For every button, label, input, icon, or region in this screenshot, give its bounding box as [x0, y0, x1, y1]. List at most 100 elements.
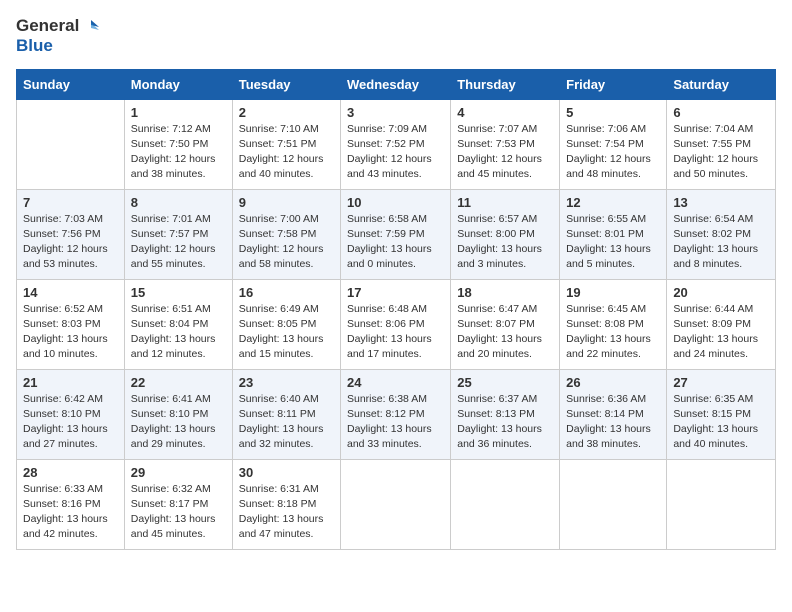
day-cell: 30Sunrise: 6:31 AMSunset: 8:18 PMDayligh… — [232, 459, 340, 549]
day-cell — [560, 459, 667, 549]
day-number: 1 — [131, 105, 226, 120]
day-number: 18 — [457, 285, 553, 300]
day-cell: 20 Sunrise: 6:44 AMSunset: 8:09 PMDayligh… — [667, 279, 776, 369]
day-cell: 26 Sunrise: 6:36 AMSunset: 8:14 PMDayligh… — [560, 369, 667, 459]
day-cell: 7 Sunrise: 7:03 AMSunset: 7:56 PMDaylight… — [17, 189, 125, 279]
day-cell: 4 Sunrise: 7:07 AMSunset: 7:53 PMDaylight… — [451, 99, 560, 189]
day-info: Sunrise: 6:44 AMSunset: 8:09 PMDaylight:… — [673, 302, 769, 363]
day-cell: 13 Sunrise: 6:54 AMSunset: 8:02 PMDayligh… — [667, 189, 776, 279]
day-cell: 27 Sunrise: 6:35 AMSunset: 8:15 PMDayligh… — [667, 369, 776, 459]
day-info: Sunrise: 6:49 AMSunset: 8:05 PMDaylight:… — [239, 302, 334, 363]
day-info: Sunrise: 6:52 AMSunset: 8:03 PMDaylight:… — [23, 302, 118, 363]
logo-wordmark: General Blue — [16, 16, 99, 57]
day-number: 23 — [239, 375, 334, 390]
day-cell — [451, 459, 560, 549]
calendar-table: SundayMondayTuesdayWednesdayThursdayFrid… — [16, 69, 776, 550]
day-info: Sunrise: 6:55 AMSunset: 8:01 PMDaylight:… — [566, 212, 660, 273]
day-cell: 2 Sunrise: 7:10 AMSunset: 7:51 PMDaylight… — [232, 99, 340, 189]
day-info: Sunrise: 6:40 AMSunset: 8:11 PMDaylight:… — [239, 392, 334, 453]
day-info: Sunrise: 6:31 AMSunset: 8:18 PMDaylight:… — [239, 482, 334, 543]
day-number: 7 — [23, 195, 118, 210]
day-info: Sunrise: 7:09 AMSunset: 7:52 PMDaylight:… — [347, 122, 444, 183]
day-cell: 28 Sunrise: 6:33 AMSunset: 8:16 PMDayligh… — [17, 459, 125, 549]
day-number: 4 — [457, 105, 553, 120]
day-number: 5 — [566, 105, 660, 120]
day-header-tuesday: Tuesday — [232, 69, 340, 99]
day-number: 24 — [347, 375, 444, 390]
day-number: 15 — [131, 285, 226, 300]
calendar-body: 1 Sunrise: 7:12 AMSunset: 7:50 PMDaylight… — [17, 99, 776, 549]
day-info: Sunrise: 7:00 AMSunset: 7:58 PMDaylight:… — [239, 212, 334, 273]
logo: General Blue — [16, 16, 99, 57]
day-cell — [667, 459, 776, 549]
week-row-2: 7 Sunrise: 7:03 AMSunset: 7:56 PMDaylight… — [17, 189, 776, 279]
logo-bird-icon — [81, 18, 99, 36]
day-number: 16 — [239, 285, 334, 300]
day-info: Sunrise: 7:01 AMSunset: 7:57 PMDaylight:… — [131, 212, 226, 273]
day-number: 20 — [673, 285, 769, 300]
day-cell — [341, 459, 451, 549]
day-number: 10 — [347, 195, 444, 210]
day-cell — [17, 99, 125, 189]
day-cell: 17 Sunrise: 6:48 AMSunset: 8:06 PMDayligh… — [341, 279, 451, 369]
day-cell: 16 Sunrise: 6:49 AMSunset: 8:05 PMDayligh… — [232, 279, 340, 369]
day-header-sunday: Sunday — [17, 69, 125, 99]
day-number: 29 — [131, 465, 226, 480]
day-info: Sunrise: 7:03 AMSunset: 7:56 PMDaylight:… — [23, 212, 118, 273]
day-info: Sunrise: 6:48 AMSunset: 8:06 PMDaylight:… — [347, 302, 444, 363]
day-number: 26 — [566, 375, 660, 390]
day-number: 21 — [23, 375, 118, 390]
day-header-saturday: Saturday — [667, 69, 776, 99]
day-info: Sunrise: 7:04 AMSunset: 7:55 PMDaylight:… — [673, 122, 769, 183]
day-cell: 19 Sunrise: 6:45 AMSunset: 8:08 PMDayligh… — [560, 279, 667, 369]
day-info: Sunrise: 6:41 AMSunset: 8:10 PMDaylight:… — [131, 392, 226, 453]
day-info: Sunrise: 6:58 AMSunset: 7:59 PMDaylight:… — [347, 212, 444, 273]
day-number: 28 — [23, 465, 118, 480]
day-cell: 5 Sunrise: 7:06 AMSunset: 7:54 PMDaylight… — [560, 99, 667, 189]
day-header-monday: Monday — [124, 69, 232, 99]
day-cell: 10 Sunrise: 6:58 AMSunset: 7:59 PMDayligh… — [341, 189, 451, 279]
day-info: Sunrise: 6:45 AMSunset: 8:08 PMDaylight:… — [566, 302, 660, 363]
day-number: 17 — [347, 285, 444, 300]
day-number: 9 — [239, 195, 334, 210]
day-info: Sunrise: 7:12 AMSunset: 7:50 PMDaylight:… — [131, 122, 226, 183]
day-info: Sunrise: 6:42 AMSunset: 8:10 PMDaylight:… — [23, 392, 118, 453]
day-number: 22 — [131, 375, 226, 390]
day-info: Sunrise: 6:32 AMSunset: 8:17 PMDaylight:… — [131, 482, 226, 543]
logo-blue: Blue — [16, 36, 53, 55]
logo-general: General — [16, 16, 79, 35]
day-number: 6 — [673, 105, 769, 120]
day-info: Sunrise: 6:36 AMSunset: 8:14 PMDaylight:… — [566, 392, 660, 453]
day-info: Sunrise: 7:06 AMSunset: 7:54 PMDaylight:… — [566, 122, 660, 183]
day-cell: 23 Sunrise: 6:40 AMSunset: 8:11 PMDayligh… — [232, 369, 340, 459]
day-info: Sunrise: 6:51 AMSunset: 8:04 PMDaylight:… — [131, 302, 226, 363]
day-info: Sunrise: 6:33 AMSunset: 8:16 PMDaylight:… — [23, 482, 118, 543]
week-row-4: 21 Sunrise: 6:42 AMSunset: 8:10 PMDayligh… — [17, 369, 776, 459]
day-header-friday: Friday — [560, 69, 667, 99]
day-number: 11 — [457, 195, 553, 210]
day-number: 13 — [673, 195, 769, 210]
day-info: Sunrise: 7:07 AMSunset: 7:53 PMDaylight:… — [457, 122, 553, 183]
day-number: 14 — [23, 285, 118, 300]
day-cell: 22 Sunrise: 6:41 AMSunset: 8:10 PMDayligh… — [124, 369, 232, 459]
day-cell: 29 Sunrise: 6:32 AMSunset: 8:17 PMDayligh… — [124, 459, 232, 549]
day-number: 2 — [239, 105, 334, 120]
day-cell: 3Sunrise: 7:09 AMSunset: 7:52 PMDaylight… — [341, 99, 451, 189]
day-cell: 8 Sunrise: 7:01 AMSunset: 7:57 PMDaylight… — [124, 189, 232, 279]
day-info: Sunrise: 6:57 AMSunset: 8:00 PMDaylight:… — [457, 212, 553, 273]
day-info: Sunrise: 6:38 AMSunset: 8:12 PMDaylight:… — [347, 392, 444, 453]
day-cell: 9 Sunrise: 7:00 AMSunset: 7:58 PMDaylight… — [232, 189, 340, 279]
day-cell: 1 Sunrise: 7:12 AMSunset: 7:50 PMDaylight… — [124, 99, 232, 189]
day-info: Sunrise: 7:10 AMSunset: 7:51 PMDaylight:… — [239, 122, 334, 183]
day-number: 8 — [131, 195, 226, 210]
day-info: Sunrise: 6:47 AMSunset: 8:07 PMDaylight:… — [457, 302, 553, 363]
calendar-header-row: SundayMondayTuesdayWednesdayThursdayFrid… — [17, 69, 776, 99]
day-number: 12 — [566, 195, 660, 210]
day-info: Sunrise: 6:54 AMSunset: 8:02 PMDaylight:… — [673, 212, 769, 273]
day-number: 27 — [673, 375, 769, 390]
day-header-wednesday: Wednesday — [341, 69, 451, 99]
day-cell: 6 Sunrise: 7:04 AMSunset: 7:55 PMDaylight… — [667, 99, 776, 189]
day-info: Sunrise: 6:35 AMSunset: 8:15 PMDaylight:… — [673, 392, 769, 453]
day-number: 19 — [566, 285, 660, 300]
day-cell: 15 Sunrise: 6:51 AMSunset: 8:04 PMDayligh… — [124, 279, 232, 369]
